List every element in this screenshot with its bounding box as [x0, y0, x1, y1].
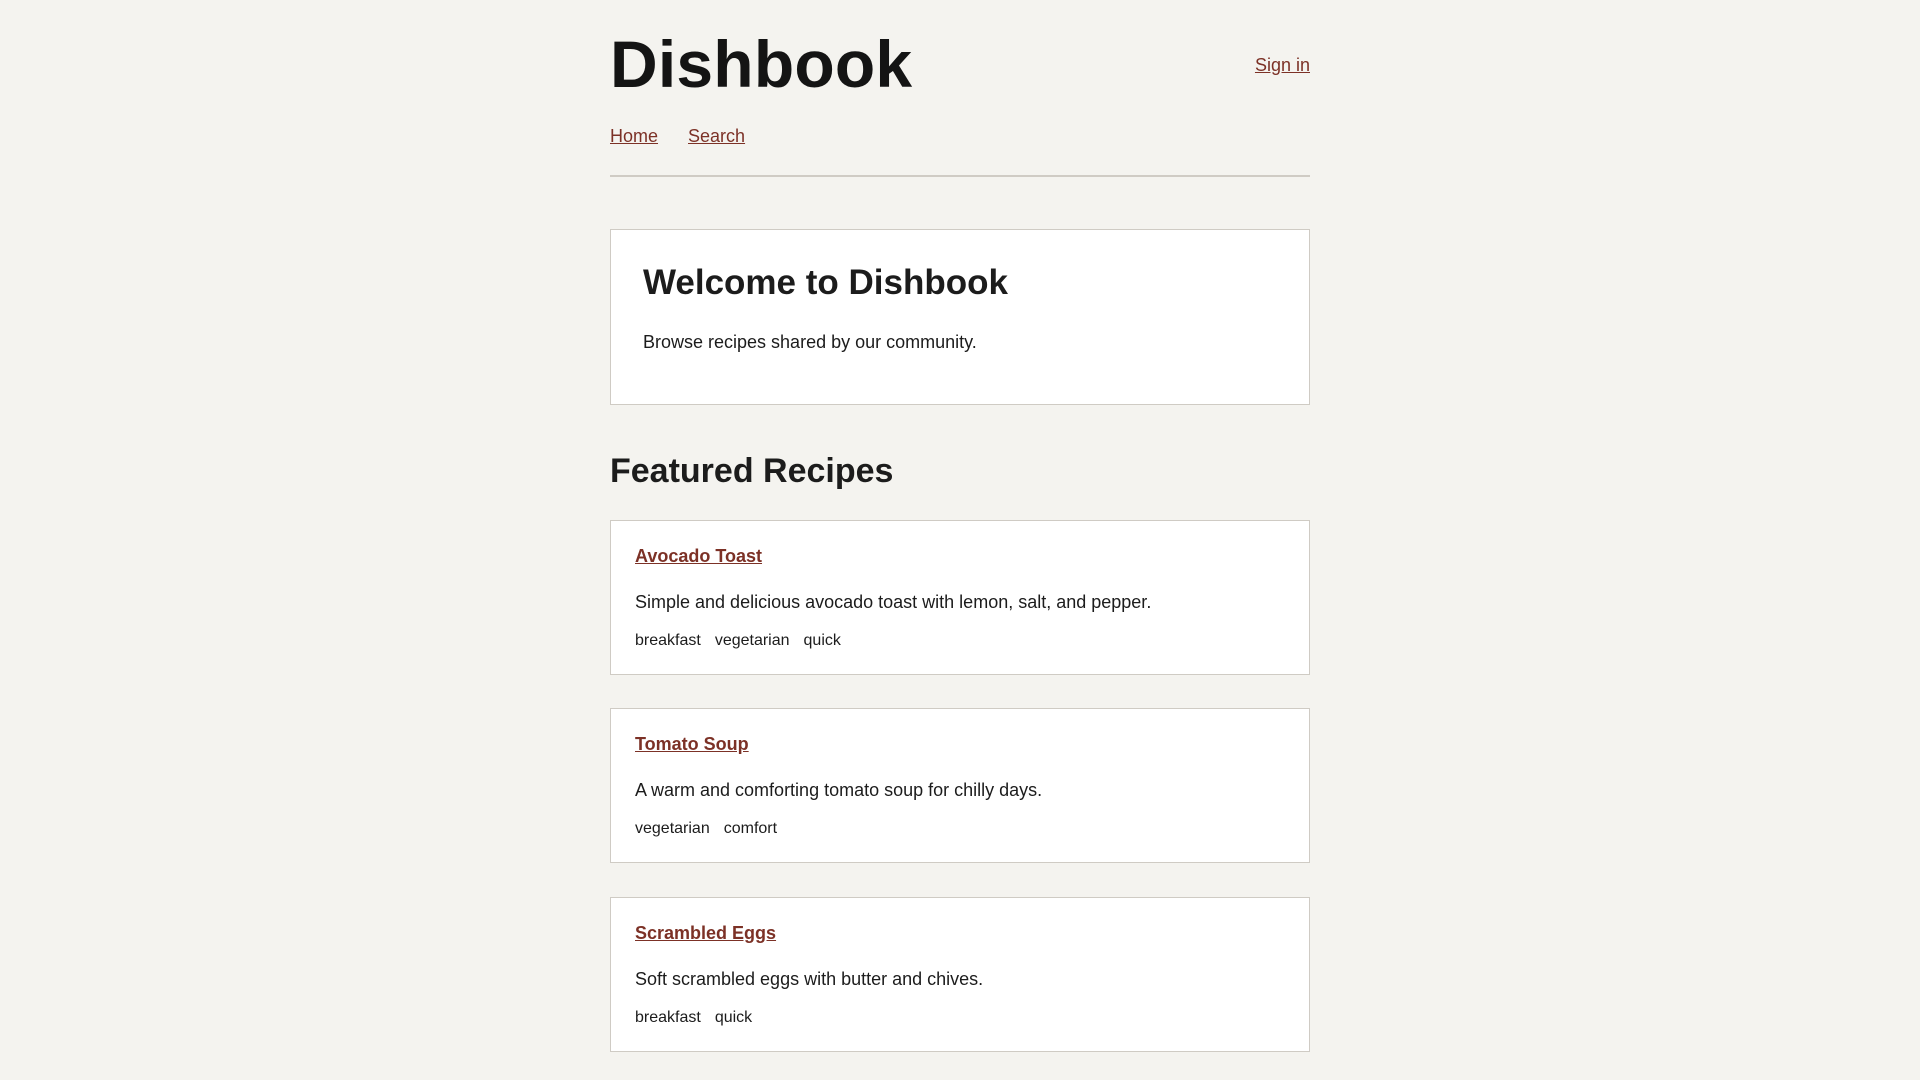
recipe-title-link[interactable]: Scrambled Eggs [635, 922, 776, 944]
featured-recipes-heading: Featured Recipes [610, 452, 894, 490]
welcome-heading: Welcome to Dishbook [643, 263, 1008, 302]
recipe-tags: vegetarian comfort [635, 819, 777, 839]
recipe-title-link[interactable]: Tomato Soup [635, 733, 749, 755]
page: Dishbook Sign in Home Search Welcome to … [610, 0, 1310, 1052]
recipe-card: Avocado Toast Simple and delicious avoca… [610, 520, 1310, 675]
recipe-tag: vegetarian [635, 820, 710, 837]
recipe-card: Tomato Soup A warm and comforting tomato… [610, 708, 1310, 863]
recipe-description: A warm and comforting tomato soup for ch… [635, 780, 1043, 800]
recipe-tags: breakfast quick [635, 1008, 752, 1028]
recipe-card: Scrambled Eggs Soft scrambled eggs with … [610, 897, 1310, 1052]
nav-search-link[interactable]: Search [688, 125, 745, 147]
recipe-tag: comfort [723, 820, 778, 837]
recipe-tag: quick [803, 632, 841, 649]
recipe-title-link[interactable]: Avocado Toast [635, 545, 762, 567]
site-title: Dishbook [610, 27, 913, 101]
recipe-tag: breakfast [635, 1009, 701, 1026]
sign-in-link[interactable]: Sign in [1255, 54, 1310, 76]
main-nav: Home Search [610, 125, 745, 147]
recipe-description: Simple and delicious avocado toast with … [635, 592, 1152, 612]
welcome-text: Browse recipes shared by our community. [643, 332, 977, 352]
recipe-tag: quick [714, 1009, 753, 1026]
welcome-panel: Welcome to Dishbook Browse recipes share… [610, 229, 1310, 405]
site-header: Dishbook Sign in Home Search [610, 0, 1310, 177]
recipe-tag: breakfast [635, 632, 701, 649]
nav-home-link[interactable]: Home [610, 125, 658, 147]
recipe-tags: breakfast vegetarian quick [635, 631, 841, 651]
recipe-description: Soft scrambled eggs with butter and chiv… [635, 969, 984, 989]
recipe-tag: vegetarian [714, 632, 790, 649]
